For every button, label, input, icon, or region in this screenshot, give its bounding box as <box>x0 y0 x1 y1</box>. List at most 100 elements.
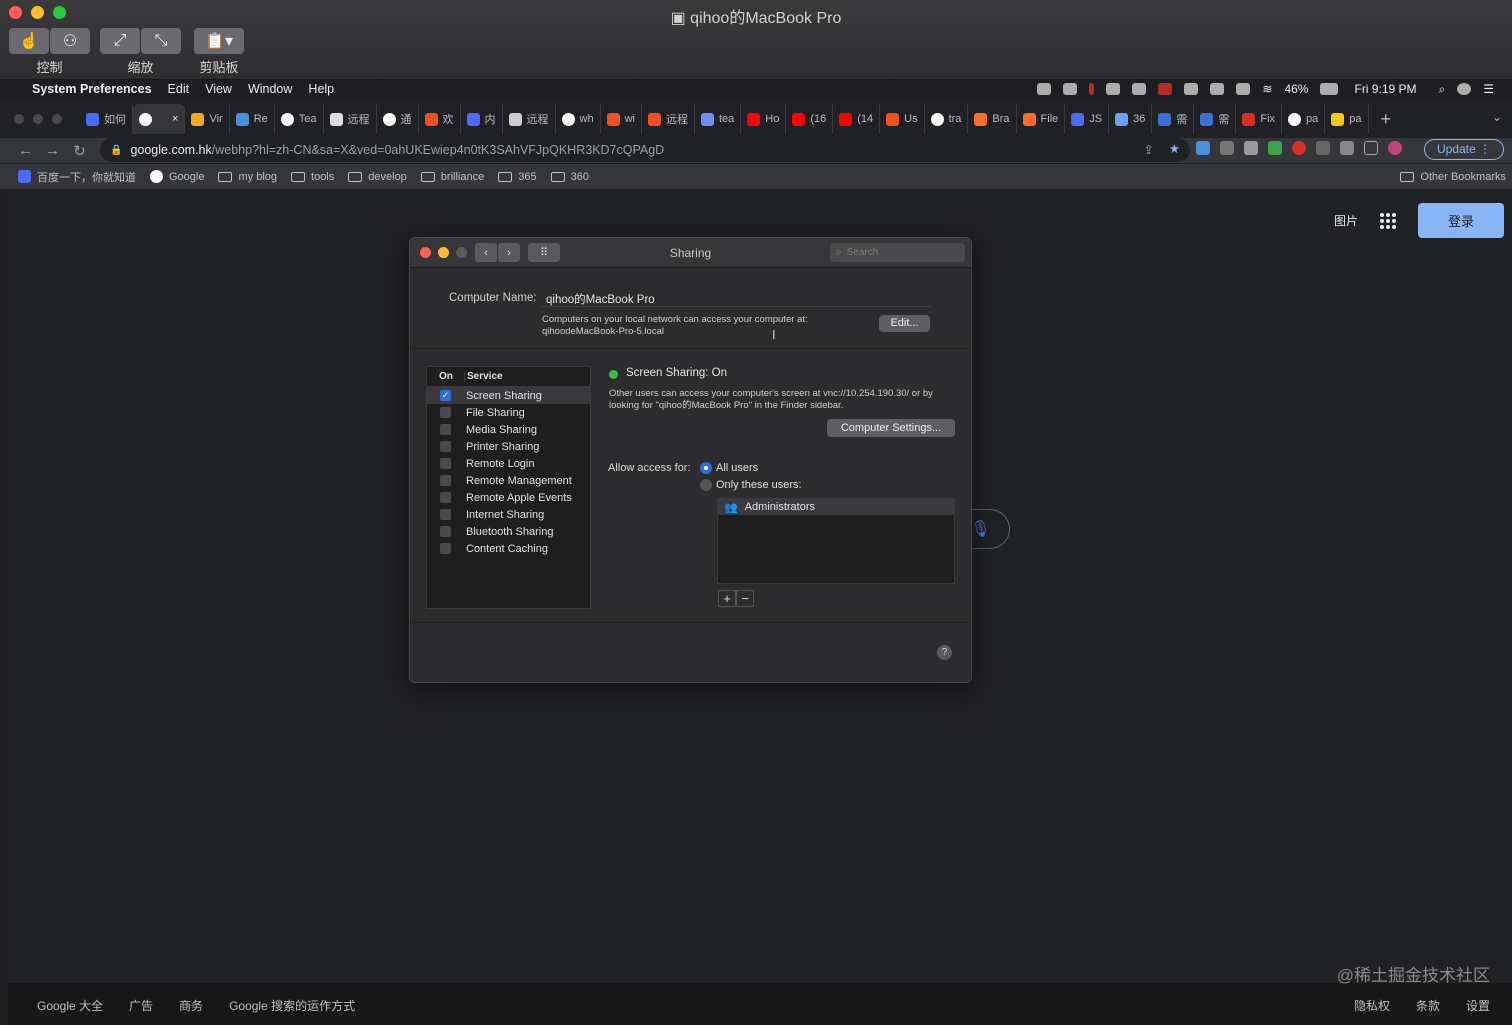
shrink-icon[interactable]: ⤡ <box>141 28 181 54</box>
search-field[interactable]: ⌕ Search <box>830 243 965 262</box>
service-row[interactable]: Media Sharing <box>427 421 590 438</box>
address-bar[interactable]: 🔒 google.com.hk/webhp?hl=zh-CN&sa=X&ved=… <box>100 138 1190 162</box>
footer-link[interactable]: 广告 <box>129 997 153 1014</box>
profile-avatar[interactable] <box>1388 141 1402 155</box>
menu-view[interactable]: View <box>205 82 232 96</box>
siri-icon[interactable] <box>1457 83 1472 95</box>
browser-tab[interactable]: × <box>133 104 186 134</box>
google-apps-icon[interactable] <box>1379 212 1396 229</box>
browser-tab[interactable]: 远程 <box>642 104 695 134</box>
display-icon[interactable] <box>1037 83 1052 95</box>
chat-icon[interactable] <box>1106 83 1121 95</box>
wifi-icon[interactable]: ≋ <box>1262 82 1272 96</box>
bookmark-item[interactable]: my blog <box>218 169 277 185</box>
observe-mode-icon[interactable]: ⚇ <box>50 28 90 54</box>
login-button[interactable]: 登录 <box>1417 203 1504 238</box>
browser-tab[interactable]: File <box>1017 104 1066 134</box>
help-button[interactable]: ? <box>937 645 952 660</box>
lock-icon[interactable]: 🔒 <box>110 145 122 156</box>
service-row[interactable]: Remote Apple Events <box>427 489 590 506</box>
bookmark-item[interactable]: Google <box>150 169 204 185</box>
bookmark-item[interactable]: brilliance <box>420 169 484 185</box>
browser-tab[interactable]: tea <box>695 104 742 134</box>
app-status-icon[interactable] <box>1158 83 1173 95</box>
browser-tab[interactable]: pa <box>1282 104 1326 134</box>
footer-link[interactable]: 设置 <box>1466 997 1490 1014</box>
extension-icon[interactable] <box>1244 141 1258 155</box>
extension-icon[interactable] <box>1268 141 1282 155</box>
browser-tab[interactable]: 如何 <box>80 104 133 134</box>
extension-icon[interactable] <box>1316 141 1330 155</box>
service-checkbox[interactable] <box>440 492 451 503</box>
service-checkbox[interactable] <box>440 441 451 452</box>
remove-user-button[interactable]: − <box>736 590 754 607</box>
service-checkbox[interactable] <box>440 475 451 486</box>
footer-link[interactable]: Google 搜索的运作方式 <box>229 997 355 1014</box>
bookmark-item[interactable]: 365 <box>498 169 537 185</box>
service-row[interactable]: File Sharing <box>427 404 590 421</box>
pause-icon[interactable] <box>1089 83 1095 95</box>
browser-tab[interactable]: 36 <box>1109 104 1153 134</box>
browser-tab[interactable]: 通 <box>377 104 419 134</box>
browser-tab[interactable]: 需 <box>1194 104 1237 134</box>
only-these-users-radio[interactable] <box>700 479 712 491</box>
other-bookmarks[interactable]: Other Bookmarks <box>1400 171 1506 183</box>
service-checkbox[interactable] <box>440 407 451 418</box>
app-menu[interactable]: System Preferences <box>32 82 152 96</box>
list-item[interactable]: 👥 Administrators <box>718 499 954 515</box>
service-row[interactable]: Internet Sharing <box>427 506 590 523</box>
browser-tab[interactable]: Tea <box>275 104 324 134</box>
edit-button[interactable]: Edit... <box>879 315 930 332</box>
extension-icon[interactable] <box>1220 141 1234 155</box>
update-button[interactable]: Update ⋮ <box>1423 139 1504 160</box>
control-center-icon[interactable]: ☰ <box>1483 82 1494 96</box>
time-machine-icon[interactable] <box>1132 83 1147 95</box>
clipboard-icon[interactable]: 📋▾ <box>194 28 244 54</box>
browser-tab[interactable]: tra <box>925 104 969 134</box>
browser-tab[interactable]: (14 <box>833 104 881 134</box>
new-tab-button[interactable]: + <box>1381 109 1392 130</box>
browser-tab[interactable]: Ho <box>741 104 787 134</box>
computer-settings-button[interactable]: Computer Settings... <box>827 419 955 437</box>
service-row[interactable]: Bluetooth Sharing <box>427 523 590 540</box>
compass-icon[interactable] <box>1184 83 1199 95</box>
images-link[interactable]: 图片 <box>1334 212 1358 229</box>
browser-tab[interactable]: 需 <box>1152 104 1195 134</box>
service-checkbox[interactable] <box>440 424 451 435</box>
browser-tab[interactable]: Bra <box>968 104 1017 134</box>
menu-window[interactable]: Window <box>248 82 292 96</box>
browser-tab[interactable]: 内 <box>461 104 503 134</box>
back-arrow-icon[interactable]: ← <box>12 142 39 159</box>
cloud-icon[interactable] <box>1063 83 1078 95</box>
wechat-icon[interactable] <box>1210 83 1225 95</box>
spotlight-search-icon[interactable]: ⌕ <box>1439 82 1446 97</box>
only-these-users-label[interactable]: Only these users: <box>716 479 802 491</box>
browser-zoom-button[interactable] <box>52 114 62 124</box>
reload-icon[interactable]: ↻ <box>66 142 93 160</box>
bookmark-item[interactable]: 360 <box>550 169 589 185</box>
service-row[interactable]: Printer Sharing <box>427 438 590 455</box>
extension-icon[interactable] <box>1292 141 1306 155</box>
computer-name-field[interactable]: qihoo的MacBook Pro <box>542 289 931 307</box>
forward-arrow-icon[interactable]: → <box>39 142 66 159</box>
browser-tab[interactable]: (16 <box>786 104 834 134</box>
footer-link[interactable]: 隐私权 <box>1354 997 1390 1014</box>
browser-tab[interactable]: 远程 <box>324 104 377 134</box>
browser-minimize-button[interactable] <box>33 114 43 124</box>
service-row[interactable]: Remote Login <box>427 455 590 472</box>
add-user-button[interactable]: + <box>718 590 736 607</box>
browser-tab[interactable]: wh <box>556 104 601 134</box>
browser-close-button[interactable] <box>14 114 24 124</box>
expand-icon[interactable]: ⤢ <box>100 28 140 54</box>
battery-icon[interactable] <box>1320 83 1339 95</box>
service-checkbox[interactable] <box>440 458 451 469</box>
browser-tab[interactable]: wi <box>601 104 642 134</box>
service-checkbox[interactable] <box>440 509 451 520</box>
browser-tab[interactable]: 欢 <box>419 104 461 134</box>
side-panel-icon[interactable] <box>1364 141 1378 155</box>
browser-tab[interactable]: JS <box>1065 104 1110 134</box>
browser-tab[interactable]: Fix <box>1236 104 1283 134</box>
menu-edit[interactable]: Edit <box>168 82 190 96</box>
service-row[interactable]: ✓ Screen Sharing <box>427 387 590 404</box>
service-row[interactable]: Remote Management <box>427 472 590 489</box>
